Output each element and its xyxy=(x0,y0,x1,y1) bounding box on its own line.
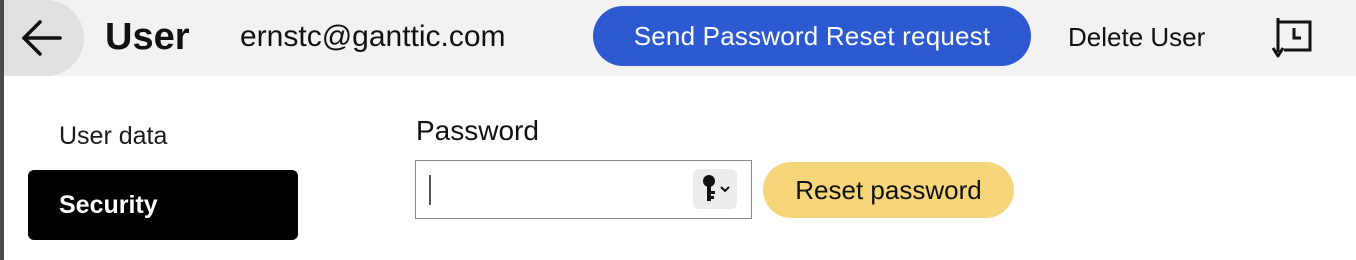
text-caret xyxy=(429,175,431,205)
delete-user-button[interactable]: Delete User xyxy=(1068,17,1205,57)
sidebar-item-security[interactable]: Security xyxy=(28,170,298,240)
user-email: ernstc@ganttic.com xyxy=(240,20,506,53)
send-password-reset-button[interactable]: Send Password Reset request xyxy=(593,6,1031,66)
password-input[interactable] xyxy=(415,160,752,219)
user-page: User ernstc@ganttic.com Send Password Re… xyxy=(0,0,1356,260)
reset-password-button[interactable]: Reset password xyxy=(763,162,1014,218)
password-label: Password xyxy=(416,115,539,146)
back-button[interactable] xyxy=(4,0,84,76)
key-dropdown-icon xyxy=(693,175,737,213)
history-clock-icon xyxy=(1270,18,1316,64)
arrow-left-icon xyxy=(22,18,64,58)
password-manager-button[interactable] xyxy=(693,169,737,209)
page-header: User ernstc@ganttic.com Send Password Re… xyxy=(4,0,1356,76)
page-title: User xyxy=(105,16,190,58)
history-button[interactable] xyxy=(1270,14,1316,60)
sidebar-item-user-data[interactable]: User data xyxy=(28,101,298,171)
